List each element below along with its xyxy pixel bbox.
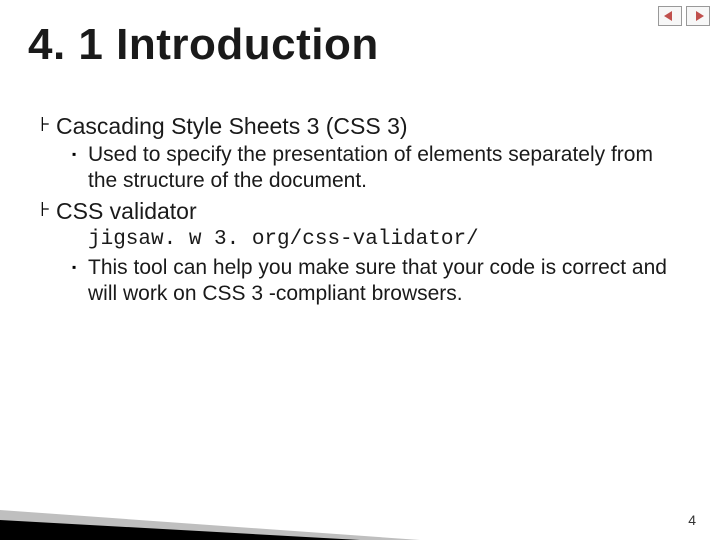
list-subitem: ▪ This tool can help you make sure that … bbox=[72, 255, 680, 306]
bullet-heading: Cascading Style Sheets 3 (CSS 3) bbox=[56, 112, 408, 140]
square-bullet-icon: ▪ bbox=[72, 142, 88, 166]
list-item: ⊦ Cascading Style Sheets 3 (CSS 3) bbox=[40, 112, 680, 140]
slide-content: ⊦ Cascading Style Sheets 3 (CSS 3) ▪ Use… bbox=[40, 108, 680, 306]
bullet-icon: ⊦ bbox=[40, 197, 56, 223]
slide: 4. 1 Introduction ⊦ Cascading Style Shee… bbox=[0, 0, 720, 540]
list-item: ⊦ CSS validator bbox=[40, 197, 680, 225]
arrow-left-icon bbox=[664, 11, 676, 21]
bullet-icon: ⊦ bbox=[40, 112, 56, 138]
arrow-right-icon bbox=[692, 11, 704, 21]
next-slide-button[interactable] bbox=[686, 6, 710, 26]
bullet-heading: CSS validator bbox=[56, 197, 197, 225]
bullet-text: Used to specify the presentation of elem… bbox=[88, 142, 680, 193]
code-text: jigsaw. w 3. org/css-validator/ bbox=[88, 227, 680, 253]
prev-slide-button[interactable] bbox=[658, 6, 682, 26]
slide-title: 4. 1 Introduction bbox=[28, 20, 379, 70]
decorative-wedge bbox=[0, 480, 420, 540]
list-subitem: ▪ Used to specify the presentation of el… bbox=[72, 142, 680, 193]
nav-controls bbox=[658, 6, 710, 26]
page-number: 4 bbox=[688, 512, 696, 528]
square-bullet-icon: ▪ bbox=[72, 255, 88, 279]
bullet-text: This tool can help you make sure that yo… bbox=[88, 255, 680, 306]
